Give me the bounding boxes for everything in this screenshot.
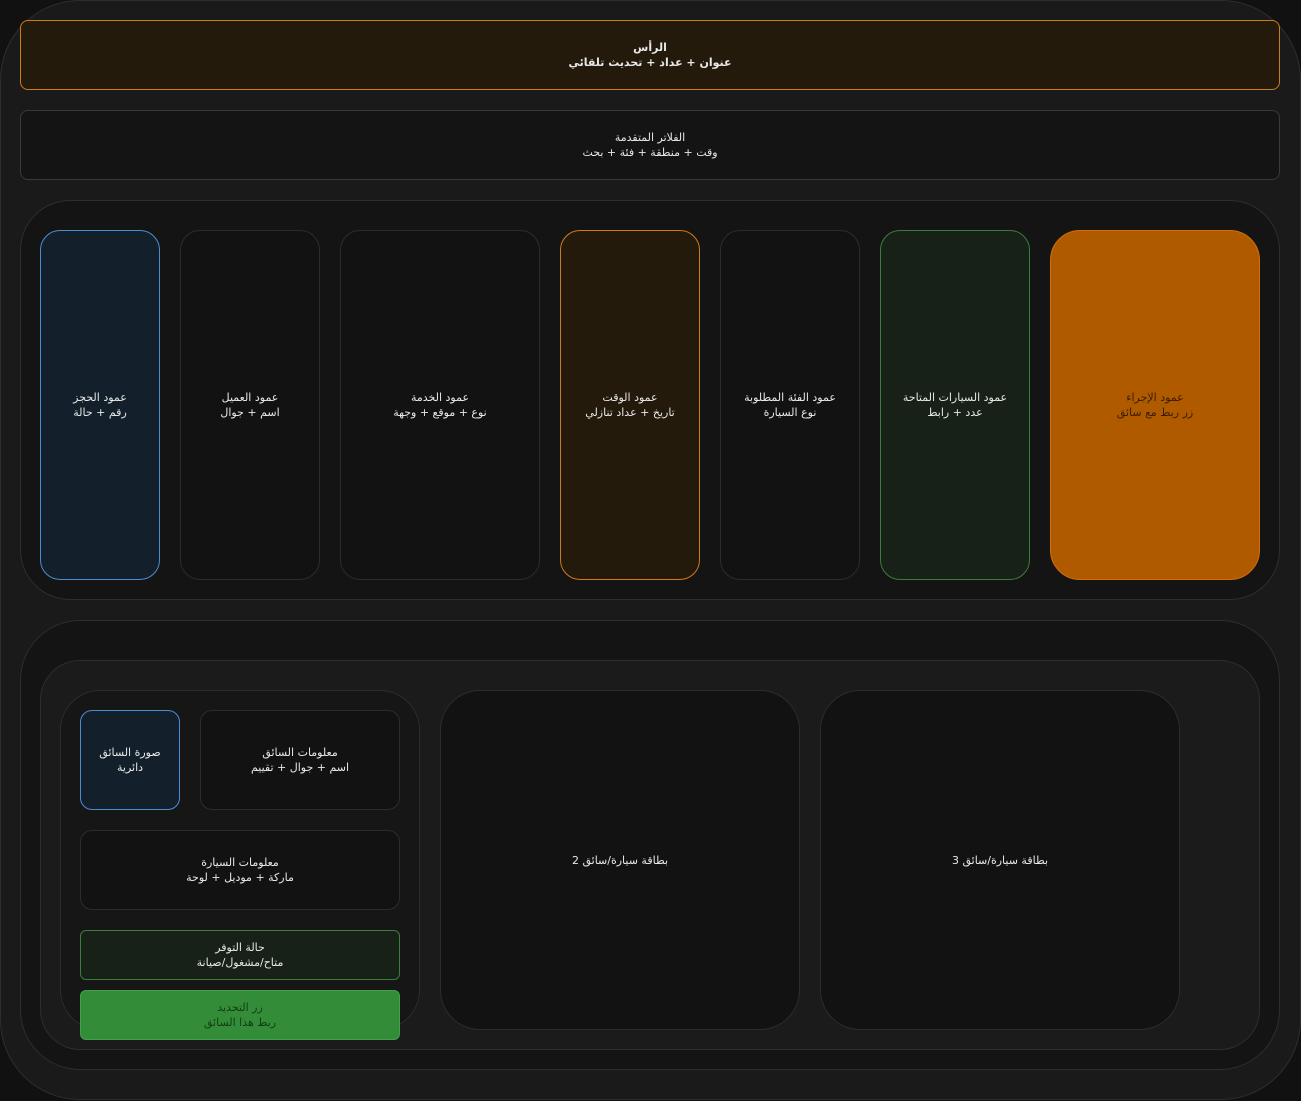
card2-label: بطاقة سيارة/سائق 2 [571, 853, 669, 867]
category-column-title: عمود الفئة المطلوبة [744, 391, 836, 404]
time-column-subtitle: تاريخ + عداد تنازلي [585, 406, 675, 419]
action-column-title: عمود الإجراء [1126, 391, 1184, 404]
action-column-subtitle: زر ربط مع سائق [1116, 406, 1194, 419]
customer-column: عمود العميل اسم + جوال [180, 230, 320, 580]
driver-photo-title: صورة السائق [99, 746, 161, 759]
assign-driver-button[interactable]: زر التحديد ربط هذا السائق [80, 990, 400, 1040]
booking-column: عمود الحجز رقم + حالة [40, 230, 160, 580]
car-info: معلومات السيارة ماركة + موديل + لوحة [80, 830, 400, 910]
time-column-title: عمود الوقت [602, 391, 658, 404]
driver-info: معلومات السائق اسم + جوال + تقييم [200, 710, 400, 810]
availability-subtitle: متاح/مشغول/صيانة [196, 956, 284, 969]
driver-photo-subtitle: دائرية [116, 761, 144, 774]
filters-title: الفلاتر المتقدمة [614, 131, 686, 144]
customer-column-subtitle: اسم + جوال [220, 406, 280, 419]
driver-photo: صورة السائق دائرية [80, 710, 180, 810]
category-column-subtitle: نوع السيارة [763, 406, 817, 419]
assign-button-subtitle: ربط هذا السائق [203, 1016, 277, 1029]
card3-label: بطاقة سيارة/سائق 3 [951, 853, 1049, 867]
cars-column-subtitle: عدد + رابط [927, 406, 983, 419]
time-column: عمود الوقت تاريخ + عداد تنازلي [560, 230, 700, 580]
service-column-title: عمود الخدمة [410, 391, 470, 404]
car-info-title: معلومات السيارة [201, 856, 279, 869]
cars-column-title: عمود السيارات المتاحة [902, 391, 1008, 404]
service-column: عمود الخدمة نوع + موقع + وجهة [340, 230, 540, 580]
advanced-filters-section: الفلاتر المتقدمة وقت + منطقة + فئة + بحث [20, 110, 1280, 180]
header-subtitle: عنوان + عداد + تحديث تلقائي [568, 56, 732, 69]
booking-column-subtitle: رقم + حالة [73, 406, 127, 419]
availability-status: حالة التوفر متاح/مشغول/صيانة [80, 930, 400, 980]
driver-info-title: معلومات السائق [262, 746, 338, 759]
action-column[interactable]: عمود الإجراء زر ربط مع سائق [1050, 230, 1260, 580]
availability-title: حالة التوفر [215, 941, 265, 954]
assign-button-title: زر التحديد [217, 1001, 263, 1014]
available-cars-column: عمود السيارات المتاحة عدد + رابط [880, 230, 1030, 580]
header-section: الرأس عنوان + عداد + تحديث تلقائي [20, 20, 1280, 90]
service-column-subtitle: نوع + موقع + وجهة [393, 406, 487, 419]
header-title: الرأس [633, 41, 667, 54]
required-category-column: عمود الفئة المطلوبة نوع السيارة [720, 230, 860, 580]
filters-subtitle: وقت + منطقة + فئة + بحث [582, 146, 718, 159]
car-driver-card-3: بطاقة سيارة/سائق 3 [820, 690, 1180, 1030]
driver-info-subtitle: اسم + جوال + تقييم [250, 761, 350, 774]
booking-column-title: عمود الحجز [73, 391, 127, 404]
car-info-subtitle: ماركة + موديل + لوحة [186, 871, 294, 884]
car-driver-card-2: بطاقة سيارة/سائق 2 [440, 690, 800, 1030]
customer-column-title: عمود العميل [221, 391, 279, 404]
